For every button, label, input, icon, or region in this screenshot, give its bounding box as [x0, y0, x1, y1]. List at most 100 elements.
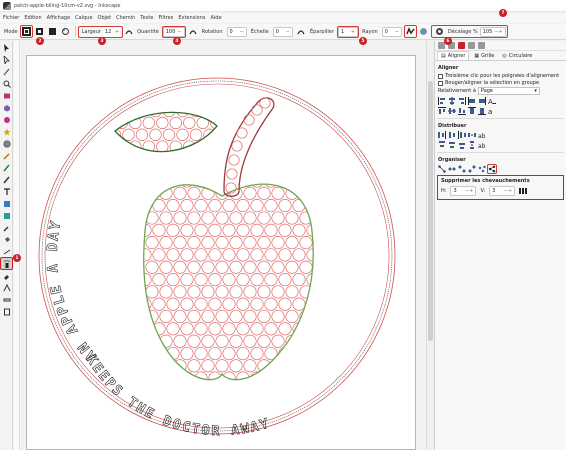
rotation-spinbox[interactable]: 0 − [226, 26, 247, 37]
spiral-tool[interactable] [1, 138, 12, 149]
distribute-middle-button[interactable] [448, 141, 456, 149]
text-tool[interactable] [1, 186, 12, 197]
box3d-tool[interactable] [1, 102, 12, 113]
pen-tool[interactable] [1, 162, 12, 173]
radius-stepper-icon[interactable]: − [395, 29, 399, 35]
canvas[interactable]: AN APPLE A DAY KEEPS THE DOCTOR AWAY [20, 41, 426, 450]
align-top-anchor-button[interactable] [468, 107, 476, 115]
width-stepper-icon[interactable]: + [115, 29, 119, 35]
distribute-top-button[interactable] [438, 141, 446, 149]
quantity-spinbox[interactable]: 100 − [161, 25, 186, 38]
pressure-quantity-button[interactable] [188, 26, 199, 37]
distribute-right-button[interactable] [458, 131, 466, 139]
h-gap-stepper-icon[interactable]: −+ [465, 188, 473, 194]
menu-text[interactable]: Texte [140, 15, 153, 21]
dialog-icon-align[interactable] [458, 42, 465, 49]
mesh-tool[interactable] [1, 210, 12, 221]
spray-single-path-button[interactable] [47, 26, 58, 37]
paint-bucket-tool[interactable] [1, 234, 12, 245]
dropper-tool[interactable] [1, 222, 12, 233]
spray-tool[interactable] [0, 257, 13, 270]
align-right-anchor-button[interactable] [478, 97, 486, 105]
spray-delete-button[interactable] [60, 26, 71, 37]
scatter-spinbox[interactable]: 1 + [336, 25, 360, 38]
exchange-positions-button[interactable] [448, 165, 456, 173]
menu-file[interactable]: Fichier [3, 15, 19, 21]
align-bottom-edges-button[interactable] [458, 107, 466, 115]
selector-tool[interactable] [1, 42, 12, 53]
align-right-edges-button[interactable] [458, 97, 466, 105]
offset-spinbox[interactable]: 105 −+ [479, 26, 506, 37]
align-center-horizontal-button[interactable] [448, 107, 456, 115]
align-left-anchor-button[interactable] [468, 97, 476, 105]
canvas-vertical-scrollbar[interactable] [426, 41, 434, 450]
pencil-tool[interactable] [1, 150, 12, 161]
menu-filters[interactable]: Filtres [158, 15, 173, 21]
align-center-vertical-button[interactable] [448, 97, 456, 105]
distribute-text-button[interactable]: ab [478, 131, 486, 139]
menu-edit[interactable]: Edition [24, 15, 41, 21]
tab-align[interactable]: ▤ Aligner [437, 51, 470, 60]
align-top-edges-button[interactable] [438, 107, 446, 115]
align-baseline-vertical-button[interactable]: a [488, 107, 496, 115]
menu-object[interactable]: Objet [98, 15, 112, 21]
pick-color-button[interactable] [418, 26, 429, 37]
zoom-tool[interactable] [1, 78, 12, 89]
rotation-stepper-icon[interactable]: − [240, 29, 244, 35]
align-bottom-anchor-button[interactable] [478, 107, 486, 115]
treat-selection-checkbox[interactable] [438, 73, 443, 79]
dialog-icon-4[interactable] [468, 42, 475, 49]
menu-path[interactable]: Chemin [116, 15, 135, 21]
pressure-width-button[interactable] [123, 26, 134, 37]
lpe-tool[interactable] [1, 282, 12, 293]
radius-spinbox[interactable]: 0 − [381, 26, 402, 37]
rearrange-graph-button[interactable] [438, 165, 446, 173]
exchange-zorder-button[interactable] [458, 165, 466, 173]
prevent-overlap-button[interactable] [434, 26, 445, 37]
relative-to-dropdown[interactable]: Page ▾ [477, 87, 540, 95]
h-gap-spinbox[interactable]: 3 −+ [450, 186, 477, 196]
exchange-clockwise-button[interactable] [468, 165, 476, 173]
scatter-stepper-icon[interactable]: + [351, 29, 355, 35]
randomize-centers-button[interactable] [478, 165, 486, 173]
distribute-left-button[interactable] [438, 131, 446, 139]
gradient-tool[interactable] [1, 198, 12, 209]
rectangle-tool[interactable] [1, 90, 12, 101]
scale-stepper-icon[interactable]: − [286, 29, 290, 35]
pressure-scale-button[interactable] [296, 26, 307, 37]
unclump-button[interactable] [487, 164, 497, 174]
spray-clone-mode-button[interactable] [34, 26, 45, 37]
distribute-center-button[interactable] [448, 131, 456, 139]
tab-circular[interactable]: ◎ Circulaire [499, 52, 535, 60]
width-spinbox[interactable]: 12 + [102, 26, 122, 37]
menu-layer[interactable]: Calque [75, 15, 92, 21]
distribute-baseline-button[interactable]: ab [478, 141, 486, 149]
distribute-gaps-h-button[interactable] [468, 131, 476, 139]
trace-background-button[interactable] [403, 25, 417, 38]
connector-tool[interactable] [1, 246, 12, 257]
measure-tool[interactable] [1, 294, 12, 305]
scrollbar-thumb[interactable] [428, 81, 433, 341]
spray-copy-mode-button[interactable] [19, 25, 33, 38]
ellipse-tool[interactable] [1, 114, 12, 125]
v-gap-spinbox[interactable]: 3 −+ [489, 186, 516, 196]
menu-view[interactable]: Affichage [47, 15, 71, 21]
tab-grid[interactable]: ▦ Grille [471, 52, 497, 60]
scale-spinbox[interactable]: 0 − [272, 26, 293, 37]
move-group-checkbox[interactable] [438, 80, 443, 86]
dialog-icon-5[interactable] [478, 42, 485, 49]
align-text-baseline-button[interactable]: A [488, 97, 496, 105]
calligraphy-tool[interactable] [1, 174, 12, 185]
offset-stepper-icon[interactable]: −+ [494, 29, 502, 35]
distribute-bottom-button[interactable] [458, 141, 466, 149]
distribute-gaps-v-button[interactable] [468, 141, 476, 149]
star-tool[interactable] [1, 126, 12, 137]
remove-overlaps-button[interactable] [519, 187, 528, 195]
menu-extensions[interactable]: Extensions [178, 15, 205, 21]
align-left-edges-button[interactable] [438, 97, 446, 105]
pages-tool[interactable] [1, 306, 12, 317]
v-gap-stepper-icon[interactable]: −+ [504, 188, 512, 194]
node-tool[interactable] [1, 54, 12, 65]
menu-help[interactable]: Aide [211, 15, 222, 21]
eraser-tool[interactable] [1, 270, 12, 281]
